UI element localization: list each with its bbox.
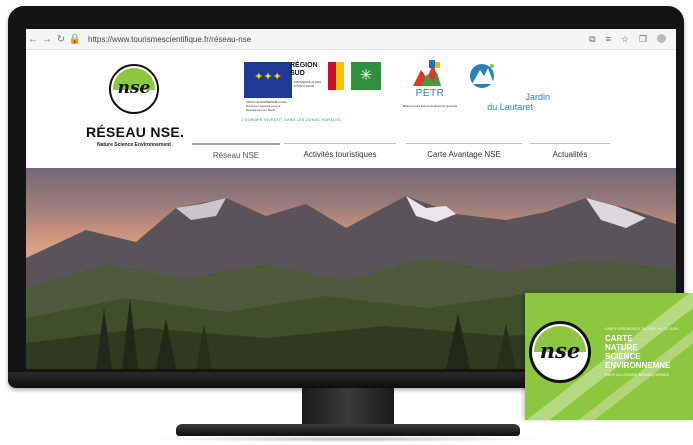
region-sud-title: RÉGION SUD <box>290 62 318 77</box>
card-logo-text: nse <box>539 338 581 363</box>
reader-mode-icon[interactable]: ≡ <box>606 34 611 45</box>
leader-logo-icon: ✳ <box>351 62 381 90</box>
petr-label: PETR <box>415 88 445 99</box>
site-header: nse RÉSEAU NSE. Nature Science Environne… <box>26 50 676 168</box>
monitor-stand-neck <box>302 388 394 426</box>
extensions-icon[interactable]: ⧉ <box>589 34 595 45</box>
address-bar[interactable]: https://www.tourismescientifique.fr/rése… <box>88 35 251 44</box>
eu-caption: L'EUROPE INVESTIT DANS LES ZONES RURALES <box>242 118 341 122</box>
card-subtitle: PAYS DU GRAND BRIANÇONNAIS <box>605 372 670 377</box>
back-icon[interactable]: ← <box>26 34 40 45</box>
browser-actions: ⧉ ≡ ☆ ❐ <box>589 33 676 45</box>
eu-logo-text: UNION EUROPÉENNE Fonds Européen Agricole… <box>246 100 287 112</box>
profile-avatar-icon[interactable] <box>657 33 666 43</box>
nse-logo[interactable]: nse <box>109 64 159 114</box>
jardin-label-line1: Jardin <box>525 92 550 102</box>
region-flag-logo <box>328 62 344 90</box>
jardin-lautaret-icon <box>470 64 494 88</box>
collections-icon[interactable]: ❐ <box>639 34 647 45</box>
stand-shadow <box>150 436 546 442</box>
brand-tagline: Nature Science Environnement <box>97 142 171 148</box>
petr-caption: Briançonnais Écrins Guillestrois Queyras <box>402 104 458 108</box>
browser-toolbar: ← → ↻ 🔒 https://www.tourismescientifique… <box>26 29 676 50</box>
nav-reseau-nse[interactable]: Réseau NSE <box>192 143 280 169</box>
card-kicker: UNE EXPÉRIENCE DU 1ER AU 31 JUIN <box>605 326 679 331</box>
nav-activites-touristiques[interactable]: Activités touristiques <box>284 143 396 168</box>
nav-actualites[interactable]: Actualités <box>530 143 610 168</box>
nav-carte-avantage[interactable]: Carte Avantage NSE <box>406 143 522 168</box>
nse-card-badge: nse UNE EXPÉRIENCE DU 1ER AU 31 JUIN CAR… <box>525 293 693 420</box>
eu-flag-logo: ✦✦✦ <box>244 62 292 98</box>
jardin-label-line2: du Lautaret <box>487 102 533 112</box>
logo-text: nse <box>117 78 151 98</box>
card-title: CARTE NATURE SCIENCE ENVIRONNEMNE <box>605 334 671 370</box>
favorites-icon[interactable]: ☆ <box>621 34 629 45</box>
region-sud-subtitle: PROVENCE ALPES CÔTE D'AZUR <box>294 80 322 88</box>
reload-icon[interactable]: ↻ <box>54 34 68 45</box>
petr-logo-icon <box>413 60 441 86</box>
lock-icon: 🔒 <box>68 33 82 45</box>
brand-name[interactable]: RÉSEAU NSE. <box>86 124 184 140</box>
monitor-stand-base <box>176 424 520 436</box>
main-navigation: Réseau NSE Activités touristiques Carte … <box>192 143 610 167</box>
eu-stars-icon: ✦✦✦ <box>254 71 282 83</box>
forward-icon[interactable]: → <box>40 34 54 45</box>
card-nse-logo: nse <box>529 321 591 383</box>
